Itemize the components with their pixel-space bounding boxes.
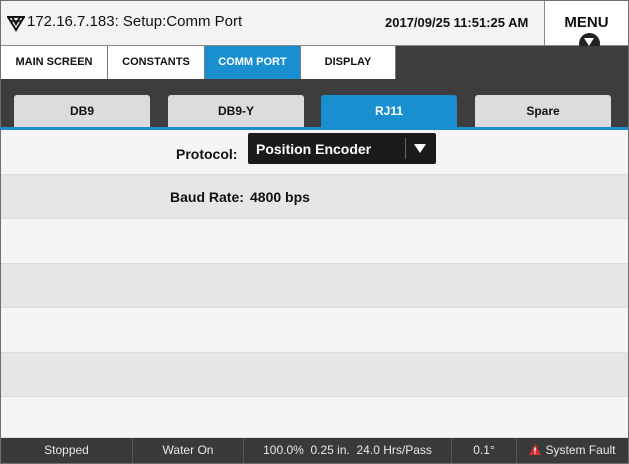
subtab-underline <box>1 127 628 130</box>
protocol-dropdown[interactable]: Position Encoder <box>248 133 436 164</box>
protocol-value: Position Encoder <box>256 141 372 157</box>
logo-icon <box>7 16 25 32</box>
protocol-label: Protocol: <box>176 146 238 162</box>
top-tab-bar: MAIN SCREEN CONSTANTS COMM PORT DISPLAY <box>1 46 628 82</box>
tab-constants[interactable]: CONSTANTS <box>108 46 205 79</box>
subtab-rj11[interactable]: RJ11 <box>321 95 457 127</box>
tab-display[interactable]: DISPLAY <box>301 46 396 79</box>
protocol-row: Protocol: Position Encoder <box>1 131 628 175</box>
subtab-spare[interactable]: Spare <box>475 95 611 127</box>
status-metrics: 100.0% 0.25 in. 24.0 Hrs/Pass <box>244 438 452 463</box>
datetime: 2017/09/25 11:51:25 AM <box>385 15 529 30</box>
menu-label: MENU <box>564 14 609 31</box>
baud-rate-row: Baud Rate: 4800 bps <box>1 175 628 219</box>
tab-comm-port[interactable]: COMM PORT <box>205 46 301 79</box>
status-angle: 0.1° <box>452 438 517 463</box>
subtab-db9-y[interactable]: DB9-Y <box>168 95 304 127</box>
baud-rate-value: 4800 bps <box>250 189 310 205</box>
empty-row <box>1 264 628 308</box>
status-water: Water On <box>133 438 244 463</box>
sub-tab-bar: DB9 DB9-Y RJ11 Spare <box>1 82 628 130</box>
empty-row <box>1 308 628 353</box>
empty-row <box>1 397 628 438</box>
baud-rate-label: Baud Rate: <box>170 189 244 205</box>
status-fault-label: System Fault <box>545 443 616 457</box>
subtab-db9[interactable]: DB9 <box>14 95 150 127</box>
empty-row <box>1 353 628 397</box>
dropdown-arrow-icon <box>414 144 426 153</box>
menu-button[interactable]: MENU <box>544 1 628 54</box>
tab-main-screen[interactable]: MAIN SCREEN <box>1 46 108 79</box>
app-window: 172.16.7.183: Setup:Comm Port 2017/09/25… <box>0 0 629 464</box>
dropdown-divider <box>405 138 406 159</box>
window-title: 172.16.7.183: Setup:Comm Port <box>27 13 243 30</box>
status-state: Stopped <box>1 438 133 463</box>
empty-row <box>1 219 628 264</box>
status-bar: Stopped Water On 100.0% 0.25 in. 24.0 Hr… <box>1 438 628 463</box>
warning-icon <box>529 444 542 455</box>
status-fault[interactable]: System Fault <box>517 438 628 463</box>
title-bar: 172.16.7.183: Setup:Comm Port 2017/09/25… <box>1 1 628 54</box>
